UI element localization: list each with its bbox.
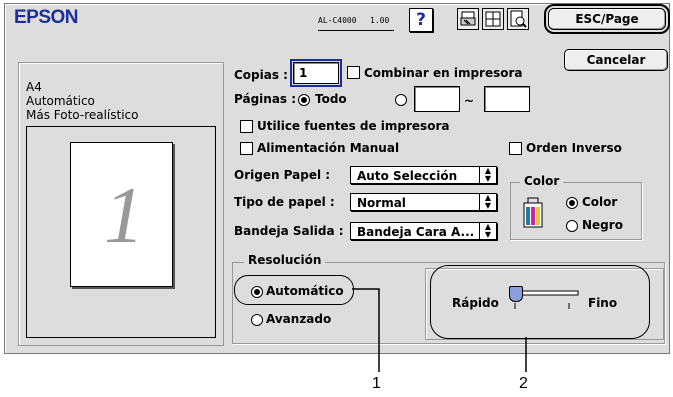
callout-number-2: 2 (519, 375, 528, 392)
callout-number-1: 1 (372, 375, 381, 392)
callout-lines (352, 288, 527, 372)
